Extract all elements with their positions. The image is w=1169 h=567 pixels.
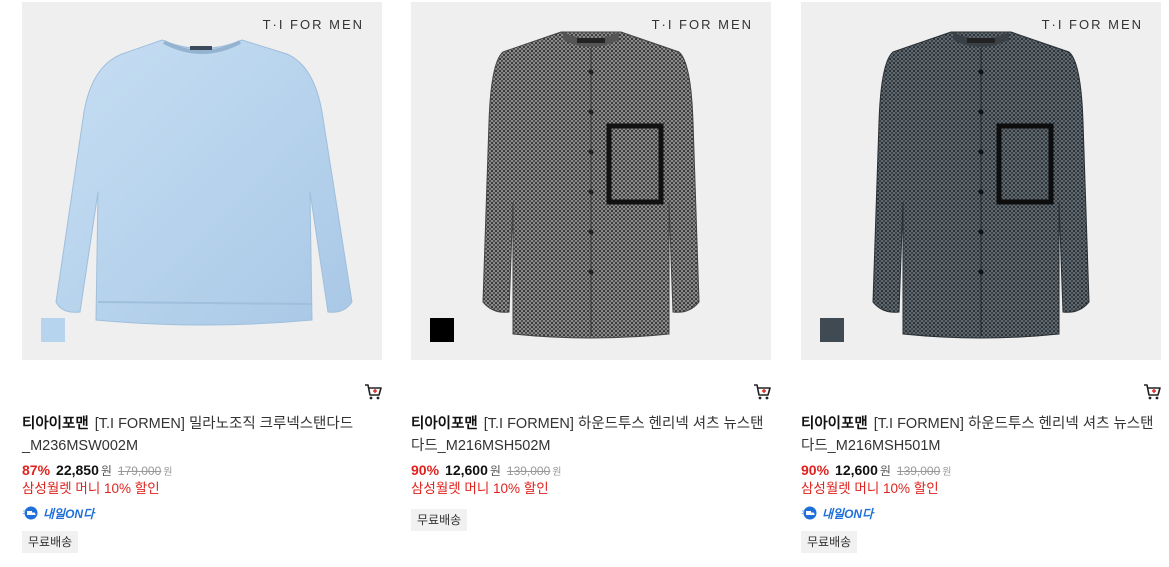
free-shipping-tag: 무료배송 [411, 509, 468, 531]
product-image[interactable]: T·I FOR MEN [801, 2, 1161, 360]
brand-logo: T·I FOR MEN [1041, 17, 1143, 32]
color-swatch[interactable] [820, 318, 844, 342]
product-card[interactable]: T·I FOR MEN 티아이포맨 [T.I FORMEN] 하운드투스 헨리넥 … [411, 0, 771, 567]
original-price: 139,000 [896, 464, 941, 478]
nextday-badge: 내일ON다 [801, 504, 873, 522]
color-swatch[interactable] [41, 318, 65, 342]
sale-price: 22,850 [56, 462, 99, 478]
truck-icon [22, 506, 38, 520]
nextday-label: 내일ON다 [822, 506, 874, 521]
price-row: 90% 12,600 원 139,000 원 [411, 461, 562, 479]
sweater-image [55, 39, 353, 326]
product-image[interactable]: T·I FOR MEN [411, 2, 771, 360]
benefit-text: 삼성월렛 머니 10% 할인 [411, 481, 549, 496]
shirt-image [872, 31, 1090, 339]
nextday-label: 내일ON다 [43, 506, 95, 521]
original-price-unit: 원 [552, 467, 562, 478]
seller-name[interactable]: 티아이포맨 [801, 416, 868, 432]
price-unit: 원 [879, 464, 891, 478]
price-unit: 원 [100, 464, 112, 478]
discount-rate: 87% [22, 462, 51, 478]
product-title[interactable]: 티아이포맨 [T.I FORMEN] 하운드투스 헨리넥 셔츠 뉴스탠다드_M21… [411, 413, 771, 457]
product-card[interactable]: T·I FOR MEN 티아이포맨 [T.I FORMEN] 밀라노조직 크루넥스… [22, 0, 382, 567]
benefit-text: 삼성월렛 머니 10% 할인 [22, 481, 160, 496]
nextday-badge: 내일ON다 [22, 504, 94, 522]
discount-rate: 90% [801, 462, 830, 478]
shirt-image [482, 31, 700, 339]
cart-icon[interactable] [753, 383, 771, 401]
price-unit: 원 [489, 464, 501, 478]
product-title[interactable]: 티아이포맨 [T.I FORMEN] 밀라노조직 크루넥스탠다드_M236MSW0… [22, 413, 382, 457]
sale-price: 12,600 [445, 462, 488, 478]
original-price: 179,000 [117, 464, 162, 478]
free-shipping-tag: 무료배송 [801, 531, 858, 553]
cart-icon[interactable] [1143, 383, 1161, 401]
product-grid: T·I FOR MEN 티아이포맨 [T.I FORMEN] 밀라노조직 크루넥스… [0, 0, 1169, 567]
original-price-unit: 원 [942, 467, 952, 478]
color-swatch[interactable] [430, 318, 454, 342]
sale-price: 12,600 [835, 462, 878, 478]
original-price: 139,000 [506, 464, 551, 478]
original-price-unit: 원 [163, 467, 173, 478]
free-shipping-tag: 무료배송 [22, 531, 79, 553]
product-image[interactable]: T·I FOR MEN [22, 2, 382, 360]
price-row: 87% 22,850 원 179,000 원 [22, 461, 173, 479]
brand-logo: T·I FOR MEN [262, 17, 364, 32]
cart-icon[interactable] [364, 383, 382, 401]
brand-logo: T·I FOR MEN [651, 17, 753, 32]
price-row: 90% 12,600 원 139,000 원 [801, 461, 952, 479]
benefit-text: 삼성월렛 머니 10% 할인 [801, 481, 939, 496]
discount-rate: 90% [411, 462, 440, 478]
product-card[interactable]: T·I FOR MEN 티아이포맨 [T.I FORMEN] 하운드투스 헨리넥 … [801, 0, 1161, 567]
truck-icon [801, 506, 817, 520]
seller-name[interactable]: 티아이포맨 [411, 416, 478, 432]
product-title[interactable]: 티아이포맨 [T.I FORMEN] 하운드투스 헨리넥 셔츠 뉴스탠다드_M21… [801, 413, 1161, 457]
seller-name[interactable]: 티아이포맨 [22, 416, 89, 432]
